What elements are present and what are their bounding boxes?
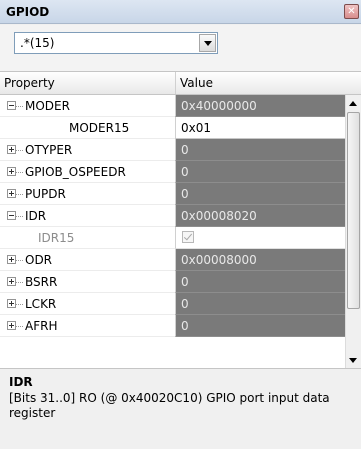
property-name-cell: ODR (0, 249, 175, 271)
property-value: 0 (181, 297, 189, 311)
property-name-cell: PUPDR (0, 183, 175, 205)
property-grid: Property Value MODER 0x40000000 MODER15 … (0, 71, 361, 368)
expand-icon[interactable] (7, 167, 16, 176)
tree-line (16, 106, 23, 107)
property-value: 0x00008020 (181, 209, 257, 223)
grid-row-bsrr[interactable]: BSRR 0 (0, 271, 345, 293)
vertical-scrollbar[interactable] (345, 95, 361, 368)
property-name-cell: AFRH (0, 315, 175, 337)
tree-line (16, 282, 23, 283)
property-value: 0x01 (181, 121, 212, 135)
property-name: AFRH (25, 319, 58, 333)
expand-icon[interactable] (7, 299, 16, 308)
property-value-cell (175, 227, 345, 249)
tree-line (16, 326, 23, 327)
expand-icon[interactable] (7, 321, 16, 330)
tree-line (16, 150, 23, 151)
expand-icon[interactable] (7, 145, 16, 154)
tree-line (16, 194, 23, 195)
property-value-cell[interactable]: 0 (175, 161, 345, 183)
property-value: 0x00008000 (181, 253, 257, 267)
grid-row-odr[interactable]: ODR 0x00008000 (0, 249, 345, 271)
property-name: OTYPER (25, 143, 73, 157)
filter-combobox[interactable]: .*(15) (14, 32, 218, 54)
expand-icon[interactable] (7, 189, 16, 198)
grid-row-pupdr[interactable]: PUPDR 0 (0, 183, 345, 205)
scroll-up-icon[interactable] (346, 95, 361, 111)
column-divider[interactable] (175, 72, 176, 94)
property-value-cell[interactable]: 0x40000000 (175, 95, 345, 117)
tree-line (16, 216, 23, 217)
property-value: 0 (181, 143, 189, 157)
collapse-icon[interactable] (7, 101, 16, 110)
expand-icon[interactable] (7, 277, 16, 286)
property-name-cell: BSRR (0, 271, 175, 293)
property-name: MODER15 (69, 121, 130, 135)
checkbox-checked-icon (182, 231, 194, 243)
property-name: IDR (25, 209, 47, 223)
close-icon[interactable]: ✕ (344, 4, 359, 19)
scroll-down-icon[interactable] (346, 352, 361, 368)
property-name-cell: IDR (0, 205, 175, 227)
property-value-cell[interactable]: 0 (175, 293, 345, 315)
property-value-cell[interactable]: 0 (175, 271, 345, 293)
filter-bar: .*(15) (0, 25, 361, 71)
property-value: 0x40000000 (181, 99, 257, 113)
grid-header: Property Value (0, 72, 361, 95)
tree-line (16, 304, 23, 305)
property-name: BSRR (25, 275, 58, 289)
description-title: IDR (9, 375, 33, 389)
property-name: ODR (25, 253, 53, 267)
collapse-icon[interactable] (7, 211, 16, 220)
property-name-cell: GPIOB_OSPEEDR (0, 161, 175, 183)
property-name: MODER (25, 99, 70, 113)
scrollbar-thumb[interactable] (347, 112, 360, 309)
property-value: 0 (181, 165, 189, 179)
tree-line (16, 260, 23, 261)
description-panel: IDR [Bits 31..0] RO (@ 0x40020C10) GPIO … (0, 368, 361, 449)
property-name-cell: OTYPER (0, 139, 175, 161)
grid-row-otyper[interactable]: OTYPER 0 (0, 139, 345, 161)
grid-row-afrh[interactable]: AFRH 0 (0, 315, 345, 337)
grid-row-gpiob-ospeedr[interactable]: GPIOB_OSPEEDR 0 (0, 161, 345, 183)
property-name: IDR15 (38, 231, 75, 245)
grid-row-lckr[interactable]: LCKR 0 (0, 293, 345, 315)
property-value-cell[interactable]: 0x01 (175, 117, 345, 139)
window-title: GPIOD (6, 5, 50, 19)
description-text: [Bits 31..0] RO (@ 0x40020C10) GPIO port… (9, 391, 330, 420)
property-name-cell: LCKR (0, 293, 175, 315)
property-name-cell: IDR15 (0, 227, 175, 249)
property-value-cell[interactable]: 0 (175, 139, 345, 161)
filter-combobox-value: .*(15) (20, 36, 55, 50)
grid-row-idr15: IDR15 (0, 227, 345, 249)
property-value-cell[interactable]: 0x00008020 (175, 205, 345, 227)
property-value-cell[interactable]: 0x00008000 (175, 249, 345, 271)
tree-line (16, 172, 23, 173)
expand-icon[interactable] (7, 255, 16, 264)
property-value: 0 (181, 187, 189, 201)
grid-row-idr[interactable]: IDR 0x00008020 (0, 205, 345, 227)
property-value: 0 (181, 319, 189, 333)
property-value-cell[interactable]: 0 (175, 315, 345, 337)
grid-row-moder15[interactable]: MODER15 0x01 (0, 117, 345, 139)
property-name: PUPDR (25, 187, 66, 201)
column-header-property[interactable]: Property (4, 76, 55, 90)
grid-row-moder[interactable]: MODER 0x40000000 (0, 95, 345, 117)
property-name: GPIOB_OSPEEDR (25, 165, 126, 179)
property-name-cell: MODER15 (0, 117, 175, 139)
property-value: 0 (181, 275, 189, 289)
chevron-down-icon[interactable] (199, 34, 216, 52)
title-bar: GPIOD ✕ (0, 0, 361, 24)
column-header-value[interactable]: Value (180, 76, 213, 90)
property-name-cell: MODER (0, 95, 175, 117)
property-value-cell[interactable]: 0 (175, 183, 345, 205)
property-name: LCKR (25, 297, 57, 311)
